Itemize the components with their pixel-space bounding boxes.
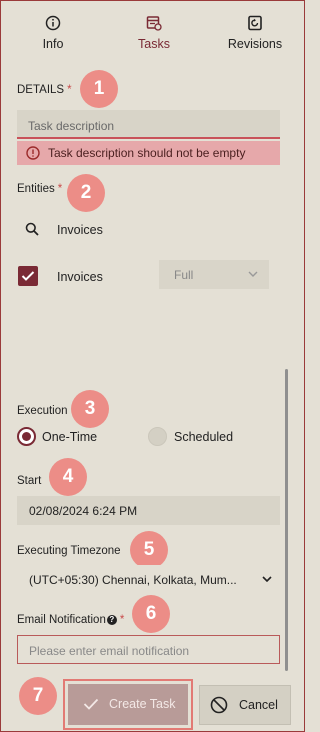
timezone-label: Executing Timezone xyxy=(17,545,121,557)
tab-tasks[interactable]: Tasks xyxy=(109,9,199,57)
create-task-label: Create Task xyxy=(109,697,176,711)
tab-bar: Info Tasks Revisions xyxy=(1,9,304,59)
entity-search-input[interactable]: Invoices xyxy=(57,223,103,237)
start-datetime-input[interactable]: 02/08/2024 6:24 PM xyxy=(17,496,280,525)
step-badge-2: 2 xyxy=(67,174,105,212)
step-badge-4: 4 xyxy=(49,458,87,496)
description-error-message: Task description should not be empty xyxy=(17,141,280,165)
task-description-input[interactable]: Task description xyxy=(17,110,280,139)
cancel-button[interactable]: Cancel xyxy=(199,685,291,725)
entity-checkbox[interactable] xyxy=(18,266,38,286)
step-badge-5: 5 xyxy=(130,531,168,569)
tasks-icon xyxy=(146,16,162,31)
tab-revisions[interactable]: Revisions xyxy=(210,9,300,57)
cancel-icon xyxy=(210,696,228,714)
permission-value: Full xyxy=(174,268,194,282)
step-badge-7: 7 xyxy=(19,677,57,715)
radio-scheduled-label: Scheduled xyxy=(174,430,234,444)
email-label-text: Email Notification xyxy=(17,614,106,626)
details-label: DETAILS * xyxy=(17,84,72,96)
tab-revisions-label: Revisions xyxy=(227,37,283,51)
entities-label: Entities * xyxy=(17,183,62,195)
tab-info-label: Info xyxy=(42,37,64,51)
search-icon xyxy=(25,222,39,236)
info-icon xyxy=(45,15,61,31)
required-mark: * xyxy=(119,614,125,626)
required-mark: * xyxy=(57,183,63,195)
check-icon xyxy=(21,271,35,281)
create-task-button[interactable]: Create Task xyxy=(63,679,193,730)
start-label: Start xyxy=(17,475,42,487)
cancel-label: Cancel xyxy=(239,698,278,712)
permission-select[interactable]: Full xyxy=(159,260,269,289)
execution-label: Execution xyxy=(17,405,68,417)
entity-name: Invoices xyxy=(57,270,103,284)
chevron-down-icon xyxy=(248,271,258,277)
chevron-down-icon xyxy=(262,576,272,582)
tab-tasks-label: Tasks xyxy=(138,37,170,51)
step-badge-3: 3 xyxy=(71,390,109,428)
radio-one-time-label: One-Time xyxy=(42,430,98,444)
radio-scheduled[interactable] xyxy=(148,427,167,446)
check-icon xyxy=(83,698,99,710)
timezone-value: (UTC+05:30) Chennai, Kolkata, Mum... xyxy=(29,573,237,587)
create-task-button-inner: Create Task xyxy=(68,684,188,725)
revisions-icon xyxy=(248,15,262,31)
help-icon[interactable]: ? xyxy=(106,615,117,625)
execution-options: One-Time Scheduled xyxy=(17,427,280,447)
task-panel: Info Tasks Revisions DETAILS * 1 Task des… xyxy=(0,0,305,732)
radio-one-time[interactable] xyxy=(17,427,36,446)
error-icon xyxy=(26,146,40,160)
required-mark: * xyxy=(67,84,72,96)
step-badge-1: 1 xyxy=(80,70,118,108)
email-label: Email Notification? * xyxy=(17,614,124,626)
step-badge-6: 6 xyxy=(132,595,170,633)
tab-info[interactable]: Info xyxy=(8,9,98,57)
entity-search[interactable]: Invoices xyxy=(17,215,280,245)
details-label-text: DETAILS xyxy=(17,84,65,96)
timezone-select[interactable]: (UTC+05:30) Chennai, Kolkata, Mum... xyxy=(17,565,280,594)
scrollbar[interactable] xyxy=(285,369,288,671)
entities-label-text: Entities xyxy=(17,183,55,195)
error-text: Task description should not be empty xyxy=(48,146,246,160)
email-notification-input[interactable]: Please enter email notification xyxy=(17,635,280,664)
